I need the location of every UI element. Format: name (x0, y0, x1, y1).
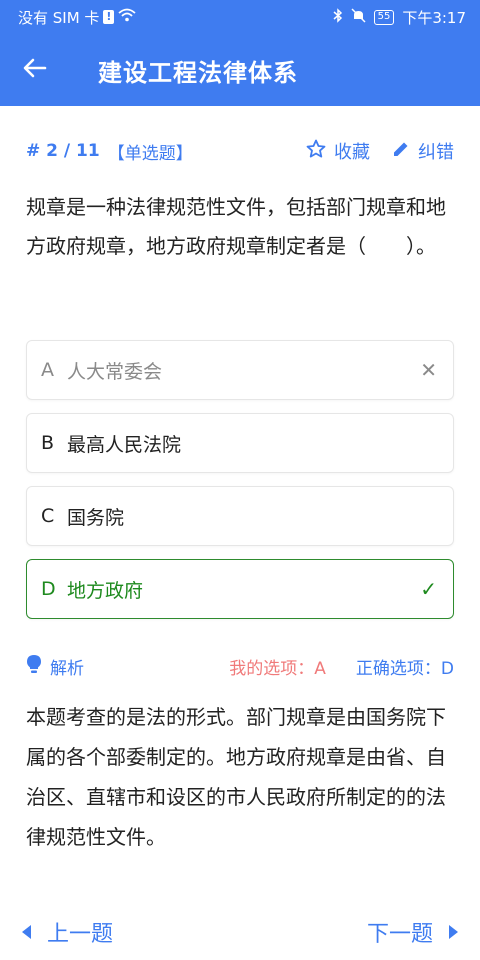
status-right: 55 下午3:17 (333, 7, 466, 28)
pencil-icon (392, 140, 410, 163)
close-icon: ✕ (420, 358, 437, 382)
prev-question-label: 上一题 (47, 922, 114, 947)
option-a[interactable]: A 人大常委会 ✕ (26, 340, 454, 400)
check-icon: ✓ (420, 577, 437, 601)
sim-alert-icon: ! (103, 10, 115, 24)
option-d[interactable]: D 地方政府 ✓ (26, 559, 454, 619)
question-progress: # 2 / 11 (26, 141, 100, 161)
next-question-button[interactable]: 下一题 (367, 916, 458, 948)
battery-icon: 55 (373, 9, 395, 25)
option-letter: D (41, 578, 56, 600)
question-actions: 收藏 纠错 (306, 138, 454, 164)
triangle-left-icon (22, 925, 31, 939)
prev-question-button[interactable]: 上一题 (22, 916, 113, 948)
option-letter: B (41, 432, 55, 454)
wifi-icon (118, 8, 137, 26)
carrier-text: 没有 SIM 卡 (18, 8, 100, 27)
status-bar: 没有 SIM 卡 ! 55 下午3:17 (0, 0, 480, 34)
option-text: 地方政府 (67, 579, 144, 602)
triangle-right-icon (449, 925, 458, 939)
bluetooth-icon (333, 7, 343, 27)
analysis-text: 本题考查的是法的形式。部门规章是由国务院下属的各个部委制定的。地方政府规章是由省… (26, 705, 446, 849)
clock-time: 下午3:17 (402, 8, 466, 27)
correct-choice: 正确选项：D (355, 658, 454, 679)
option-letter: C (41, 505, 55, 527)
mute-bell-icon (351, 7, 366, 27)
options-list: A 人大常委会 ✕ B 最高人民法院 C 国务院 D 地方政府 ✓ (26, 340, 454, 632)
favorite-label: 收藏 (334, 142, 370, 163)
analysis-header: 解析 我的选项：A 正确选项：D (26, 652, 454, 680)
back-button[interactable] (0, 34, 70, 106)
option-c[interactable]: C 国务院 (26, 486, 454, 546)
status-left: 没有 SIM 卡 ! (18, 7, 137, 28)
analysis-title: 解析 (50, 658, 84, 679)
report-error-button[interactable]: 纠错 (392, 138, 454, 164)
report-error-label: 纠错 (418, 142, 454, 163)
next-question-label: 下一题 (366, 922, 433, 947)
lightbulb-icon (26, 654, 42, 679)
page-title: 建设工程法律体系 (98, 58, 298, 87)
star-icon (306, 139, 326, 164)
question-type: 【单选题】 (107, 143, 193, 164)
arrow-left-icon (23, 58, 47, 82)
option-b[interactable]: B 最高人民法院 (26, 413, 454, 473)
option-text: 人大常委会 (67, 360, 163, 383)
app-bar: 建设工程法律体系 (0, 34, 480, 106)
question-meta: # 2 / 11 【单选题】 收藏 纠错 (26, 136, 454, 166)
question-text: 规章是一种法律规范性文件，包括部门规章和地方政府规章，地方政府规章制定者是（ ）… (26, 195, 446, 258)
favorite-button[interactable]: 收藏 (306, 138, 370, 164)
my-choice: 我的选项：A (229, 658, 326, 679)
option-text: 最高人民法院 (67, 433, 182, 456)
analysis-label: 解析 (26, 654, 84, 679)
option-letter: A (41, 359, 54, 381)
bottom-navigation: 上一题 下一题 (22, 910, 458, 954)
option-text: 国务院 (67, 506, 125, 529)
